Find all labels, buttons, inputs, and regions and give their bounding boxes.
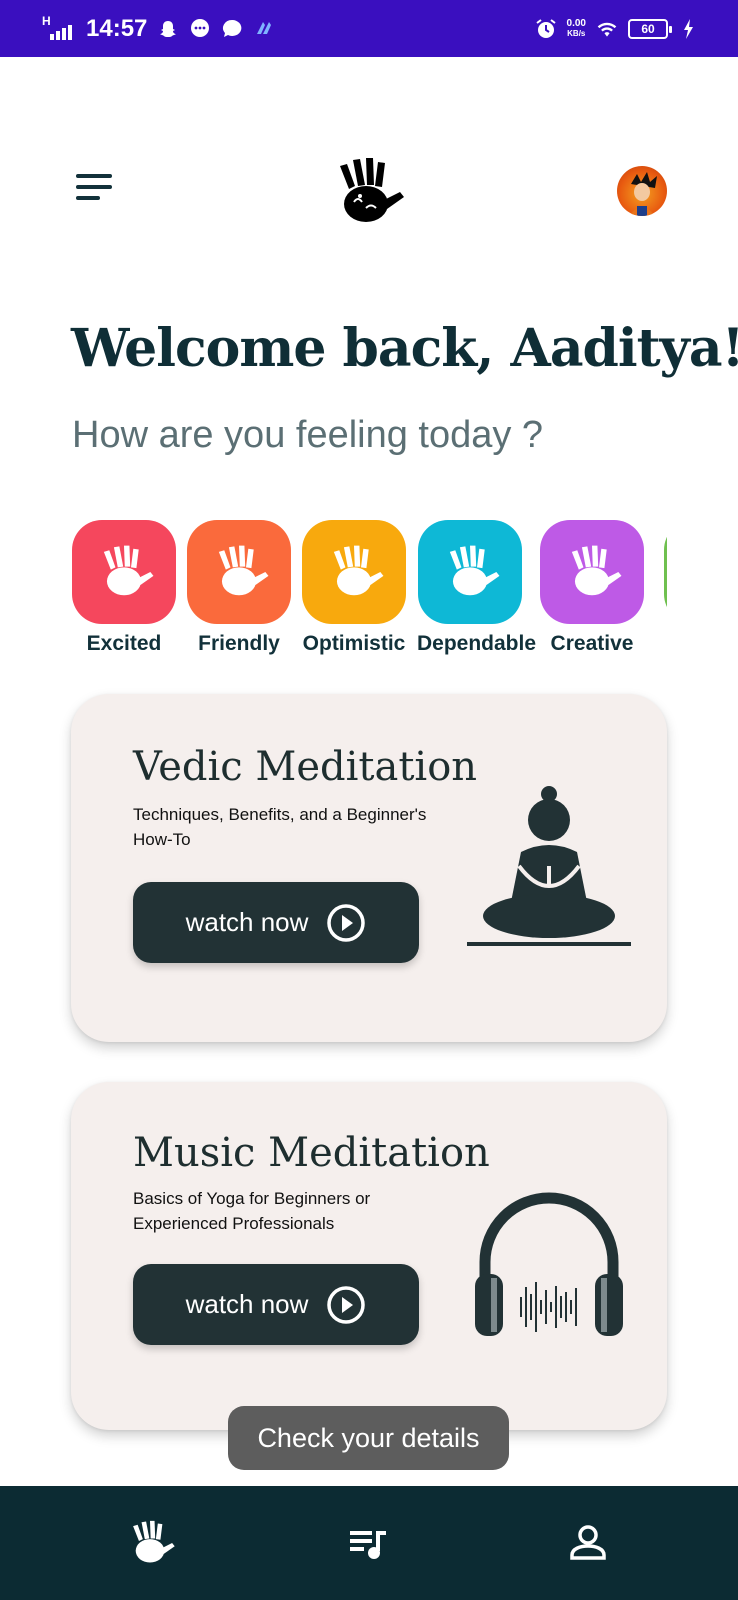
data-speed-unit: KB/s: [567, 28, 586, 38]
person-icon: [570, 1525, 607, 1560]
playlist-music-icon: [349, 1531, 386, 1559]
status-bar: H 14:57 0.00 KB/s 60: [0, 0, 738, 57]
watch-now-button[interactable]: watch now: [133, 1264, 419, 1345]
vedic-meditation-card[interactable]: Vedic Meditation Techniques, Benefits, a…: [71, 694, 667, 1042]
mood-selector: Excited Friendly Optimistic Dependable C…: [71, 520, 667, 660]
card-subtitle: Techniques, Benefits, and a Beginner's H…: [133, 805, 427, 849]
mood-label: Dependable: [417, 632, 537, 655]
battery-icon: 60: [628, 18, 672, 39]
play-circle-icon: [327, 903, 366, 942]
mood-creative[interactable]: Creative: [539, 520, 645, 656]
battery-level: 60: [641, 21, 655, 36]
welcome-title: Welcome back, Aaditya!: [71, 318, 738, 379]
mood-label: Excited: [86, 632, 162, 655]
hand-icon: [103, 545, 154, 596]
feeling-prompt: How are you feeling today ?: [72, 414, 544, 456]
mood-tile: [540, 520, 644, 624]
mood-label: Optimistic: [302, 632, 406, 655]
mood-tile: [187, 520, 291, 624]
bottom-navigation: [0, 1486, 738, 1600]
status-bar-right: 0.00 KB/s 60: [535, 18, 700, 40]
alarm-icon: [535, 18, 557, 40]
wifi-icon: [596, 18, 618, 40]
card-title: Music Meditation: [133, 1130, 490, 1176]
meditating-person-icon: [467, 786, 631, 946]
mood-optimistic[interactable]: Optimistic: [301, 520, 407, 656]
toast-message: Check your details: [228, 1406, 509, 1470]
hand-icon: [333, 545, 384, 596]
hamburger-menu-icon[interactable]: [76, 174, 114, 204]
headphones-icon: [475, 1192, 623, 1336]
signal-icon: H: [40, 14, 76, 42]
music-meditation-card[interactable]: Music Meditation Basics of Yoga for Begi…: [71, 1082, 667, 1430]
watch-now-button[interactable]: watch now: [133, 882, 419, 963]
card-title: Vedic Meditation: [133, 744, 478, 790]
hand-icon: [132, 1520, 175, 1563]
nav-profile[interactable]: [553, 1508, 623, 1578]
app-notification-icon: [253, 18, 275, 40]
nav-home[interactable]: [115, 1508, 185, 1578]
watch-now-label: watch now: [185, 907, 309, 937]
watch-now-label: watch now: [185, 1289, 309, 1319]
mood-excited[interactable]: Excited: [71, 520, 177, 656]
play-circle-icon: [327, 1285, 366, 1324]
mood-dependable[interactable]: Dependable: [417, 520, 537, 656]
nav-playlist[interactable]: [334, 1508, 404, 1578]
card-subtitle: Basics of Yoga for Beginners or Experien…: [133, 1189, 371, 1233]
mood-label: Friendly: [198, 632, 280, 655]
data-speed-value: 0.00: [566, 17, 586, 29]
message-icon: [221, 18, 243, 40]
mood-tile: [418, 520, 522, 624]
profile-avatar[interactable]: [617, 166, 667, 216]
status-bar-left: H 14:57: [40, 14, 275, 43]
hand-icon: [571, 545, 622, 596]
snapchat-icon: [157, 18, 179, 40]
chat-bubble-icon: [189, 18, 211, 40]
hand-icon: [218, 545, 269, 596]
mood-tile: [72, 520, 176, 624]
mood-friendly[interactable]: Friendly: [186, 520, 292, 656]
mood-partial[interactable]: [663, 520, 667, 624]
mood-label: Creative: [550, 632, 634, 655]
data-speed: 0.00 KB/s: [566, 17, 586, 39]
mood-tile: [302, 520, 406, 624]
status-time: 14:57: [86, 14, 148, 42]
hand-icon: [449, 545, 500, 596]
mood-tile: [664, 520, 667, 624]
handprint-logo-icon: [326, 156, 406, 228]
charging-icon: [678, 18, 700, 40]
